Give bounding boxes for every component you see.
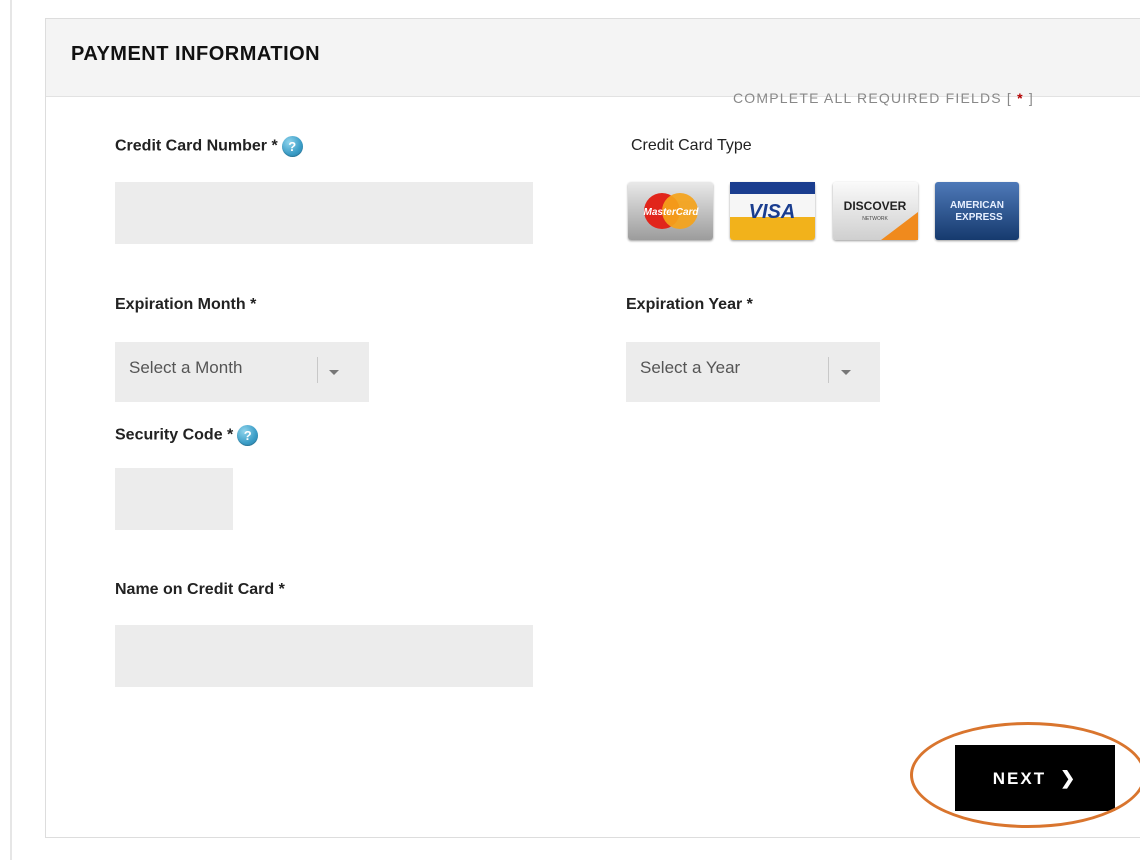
- expiration-month-value: Select a Month: [129, 358, 243, 377]
- amex-logo-text: AMERICAN: [950, 200, 1004, 211]
- panel-title: PAYMENT INFORMATION: [71, 43, 321, 65]
- panel-header: PAYMENT INFORMATION: [46, 19, 1140, 97]
- discover-logo-icon: DISCOVER NETWORK: [833, 182, 918, 240]
- left-page-rule: [10, 0, 12, 860]
- discover-logo-subtext: NETWORK: [862, 216, 888, 222]
- visa-logo-text: VISA: [749, 201, 796, 223]
- mastercard-logo-icon: MasterCard: [628, 182, 713, 240]
- security-code-label: Security Code *?: [115, 425, 259, 446]
- chevron-down-icon[interactable]: [329, 370, 339, 375]
- security-code-input[interactable]: [115, 468, 233, 530]
- mastercard-logo-text: MasterCard: [643, 207, 699, 218]
- expiration-year-value: Select a Year: [640, 358, 741, 377]
- credit-card-number-input[interactable]: [115, 182, 533, 244]
- select-divider: [317, 357, 318, 383]
- chevron-right-icon: ❯: [1060, 767, 1078, 788]
- required-fields-note: COMPLETE ALL REQUIRED FIELDS [ * ]: [733, 90, 1034, 106]
- amex-logo-subtext: EXPRESS: [955, 212, 1003, 223]
- chevron-down-icon[interactable]: [841, 370, 851, 375]
- name-on-card-label: Name on Credit Card *: [115, 581, 285, 598]
- discover-logo-text: DISCOVER: [844, 199, 907, 213]
- visa-logo-icon: VISA: [730, 182, 815, 240]
- help-question-icon[interactable]: ?: [237, 425, 259, 446]
- expiration-month-label: Expiration Month *: [115, 296, 257, 313]
- name-on-card-input[interactable]: [115, 625, 533, 687]
- expiration-year-select[interactable]: Select a Year: [626, 342, 880, 402]
- help-question-icon[interactable]: ?: [281, 136, 303, 157]
- credit-card-type-label: Credit Card Type: [631, 137, 752, 154]
- american-express-logo-icon: AMERICAN EXPRESS: [935, 182, 1019, 240]
- credit-card-number-label: Credit Card Number *?: [115, 136, 303, 157]
- expiration-month-select[interactable]: Select a Month: [115, 342, 369, 402]
- next-button[interactable]: NEXT ❯: [955, 745, 1115, 811]
- select-divider: [828, 357, 829, 383]
- expiration-year-label: Expiration Year *: [626, 296, 753, 313]
